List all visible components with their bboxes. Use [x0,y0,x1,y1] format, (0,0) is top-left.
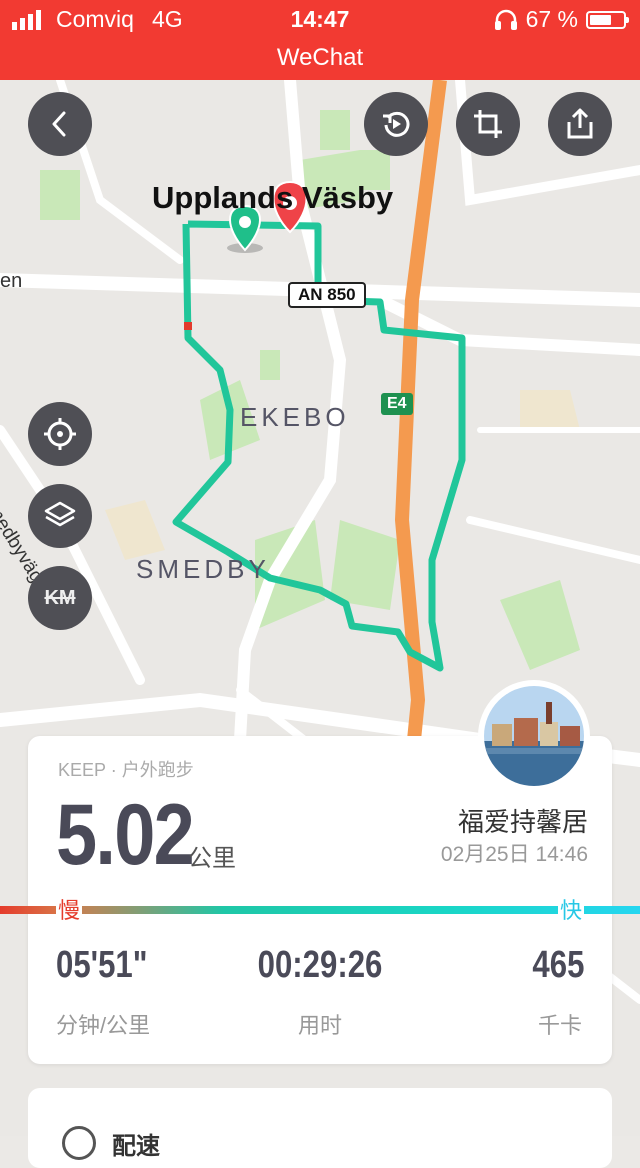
avatar[interactable] [478,680,590,792]
calories-label: 千卡 [537,1013,582,1038]
back-button[interactable] [28,92,92,156]
share-button[interactable] [548,92,612,156]
run-datetime: 02月25日 14:46 [440,843,588,866]
speed-slow-label: 慢 [56,893,83,925]
locate-button[interactable] [28,402,92,466]
headphones-icon [494,9,517,30]
battery-percent: 67 % [525,6,578,32]
pace-card-label: 配速 [112,1133,160,1160]
pace-card[interactable]: 配速 [28,1088,612,1168]
app-title: WeChat [276,44,364,71]
distance-value: 5.02 [56,787,195,883]
pace-label: 分钟/公里 [56,1013,151,1038]
battery-icon [586,10,629,29]
crop-icon [474,110,502,138]
street-label-fragment: en [0,270,23,292]
source-label: KEEP · 户外跑步 [58,760,194,780]
avatar-photo [484,686,584,786]
area-label-ekebo: EKEBO [240,402,350,432]
layers-icon [44,501,76,527]
road-shield: AN 850 [288,282,366,308]
km-button[interactable]: KM [28,566,92,630]
place-title: Upplands Väsby [152,180,394,215]
km-label: KM [44,586,76,609]
crop-button[interactable] [456,92,520,156]
share-icon [567,108,593,139]
location-name: 福爱持馨居 [457,807,588,837]
status-right: 67 % [494,6,629,33]
back-icon [52,111,66,137]
replay-icon [383,111,410,137]
status-bar: Comviq 4G 14:47 67 % WeChat [0,0,640,80]
distance-unit: 公里 [188,845,236,872]
route-slow-segment [184,322,192,330]
highway-shield: E4 [381,393,413,415]
pace-icon [62,1126,96,1160]
layers-button[interactable] [28,484,92,548]
speed-fast-label: 快 [558,893,585,925]
area-label-smedby: SMEDBY [136,554,270,584]
battery-level [590,14,611,25]
calories-value: 465 [532,944,584,986]
duration-value: 00:29:26 [257,944,383,986]
crosshair-icon [44,418,76,450]
replay-button[interactable] [364,92,428,156]
speed-gradient-bar [0,906,640,914]
duration-label: 用时 [297,1013,342,1038]
pace-value: 05'51" [56,944,148,986]
